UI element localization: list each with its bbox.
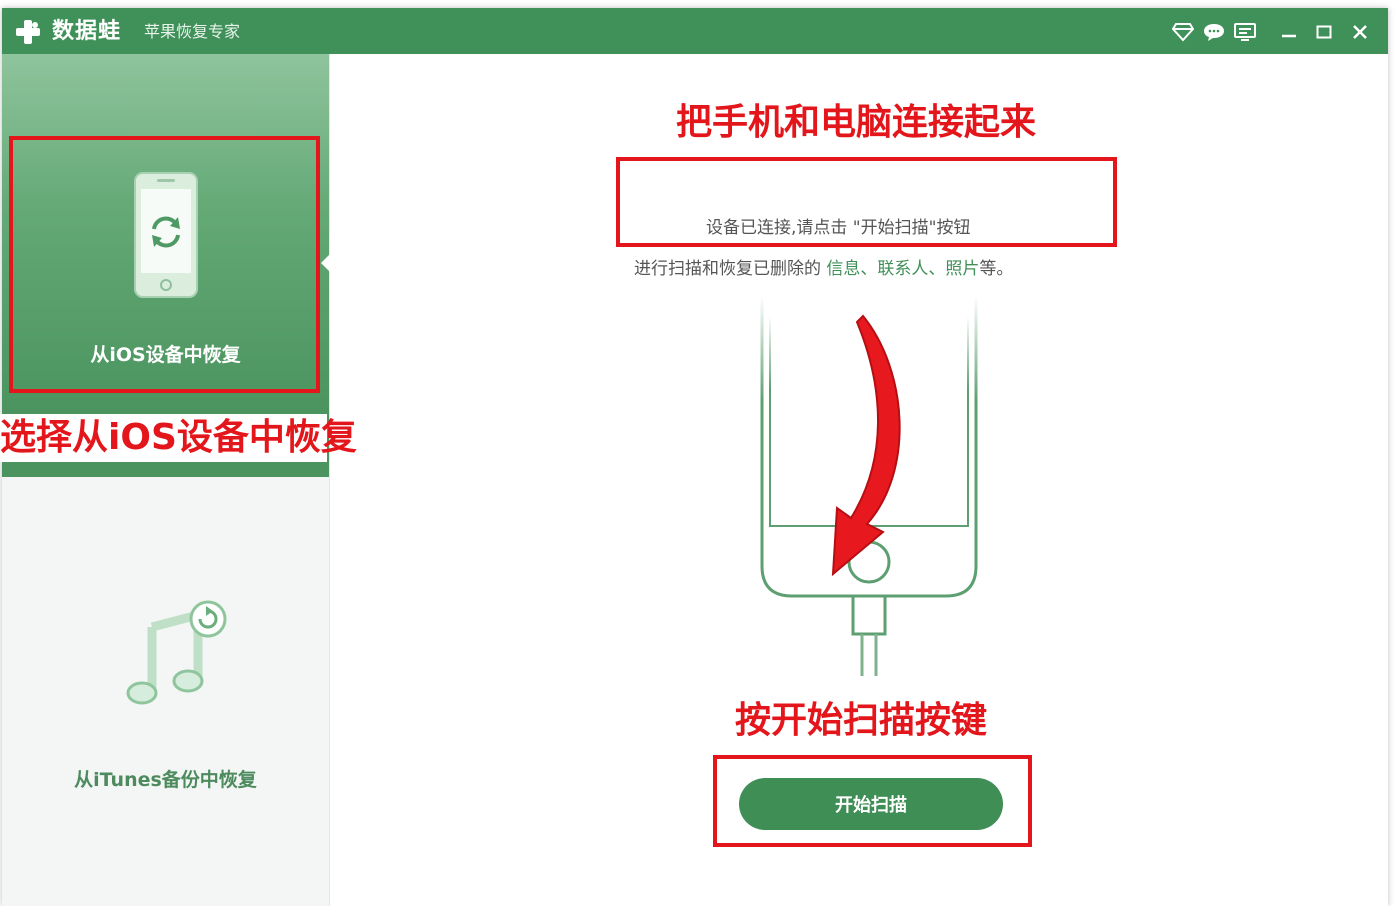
- minimize-icon[interactable]: [1276, 19, 1302, 45]
- app-logo-icon: [16, 20, 40, 44]
- diamond-icon[interactable]: [1170, 19, 1196, 45]
- feedback-monitor-icon[interactable]: [1232, 19, 1258, 45]
- app-name: 数据蛙: [52, 19, 122, 44]
- close-icon[interactable]: [1347, 19, 1373, 45]
- sidebar-item-itunes-label: 从iTunes备份中恢复: [74, 769, 257, 791]
- red-arrow-icon: [831, 314, 901, 577]
- maximize-icon[interactable]: [1311, 19, 1337, 45]
- music-note-icon: [126, 600, 227, 705]
- annotation-select-ios: 选择从iOS设备中恢复: [0, 414, 357, 462]
- sidebar-item-itunes-recovery[interactable]: 从iTunes备份中恢复: [2, 477, 329, 906]
- annotation-box-info: [616, 157, 1117, 247]
- chat-bubble-icon[interactable]: [1201, 19, 1227, 45]
- title-bar: 数据蛙 苹果恢复专家: [2, 8, 1388, 54]
- selection-pointer: [321, 254, 330, 272]
- app-subtitle: 苹果恢复专家: [144, 22, 241, 41]
- annotation-connect-phone: 把手机和电脑连接起来: [676, 102, 1037, 143]
- annotation-box-start: [713, 755, 1032, 847]
- annotation-box-ios: [9, 136, 320, 393]
- annotation-press-scan: 按开始扫描按键: [735, 700, 988, 741]
